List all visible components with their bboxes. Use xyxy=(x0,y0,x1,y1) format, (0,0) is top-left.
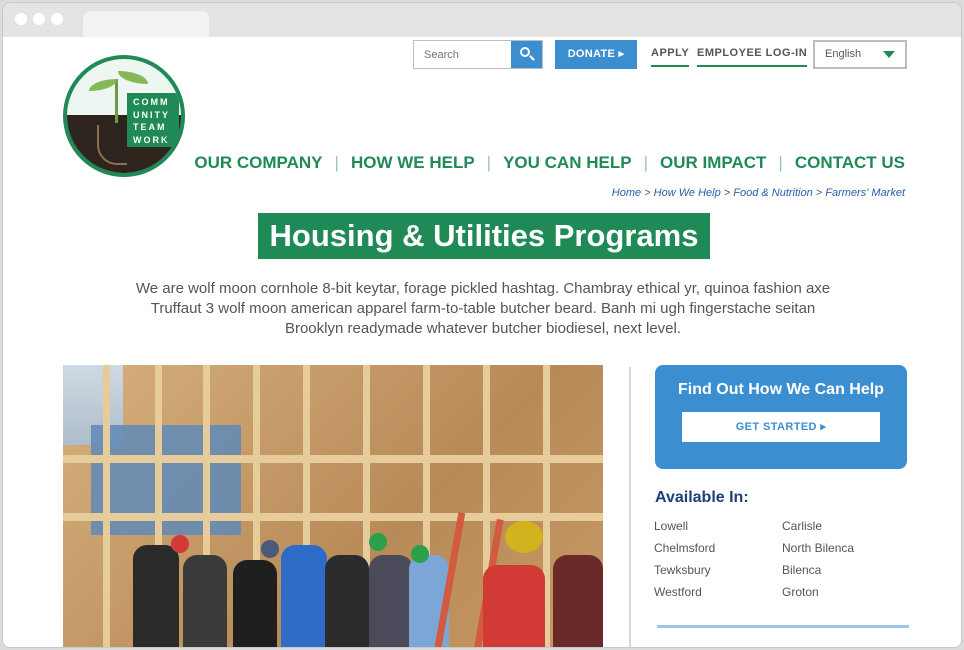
search-box xyxy=(413,40,543,69)
browser-tab[interactable] xyxy=(83,11,209,37)
nav-separator: | xyxy=(778,153,783,172)
logo-line: COMM xyxy=(133,97,170,107)
language-select[interactable]: English xyxy=(813,40,907,69)
help-callout: Find Out How We Can Help GET STARTED ▸ xyxy=(655,365,907,469)
window-dot xyxy=(51,13,63,25)
logo-stem xyxy=(115,79,118,123)
nav-separator: | xyxy=(334,153,339,172)
town-item[interactable]: Groton xyxy=(782,585,894,599)
browser-chrome xyxy=(3,3,961,37)
photo-stud xyxy=(103,365,110,647)
town-item[interactable]: Chelmsford xyxy=(654,541,782,555)
logo-leaf xyxy=(89,79,117,91)
nav-separator: | xyxy=(643,153,648,172)
logo-line: TEAM xyxy=(133,122,167,132)
nav-item-contact-us[interactable]: CONTACT US xyxy=(795,153,905,173)
volunteer xyxy=(553,555,603,647)
photo-plate xyxy=(63,513,603,521)
hard-hat xyxy=(171,535,189,553)
nav-item-you-can-help[interactable]: YOU CAN HELP xyxy=(503,153,631,173)
hard-hat xyxy=(411,545,429,563)
logo-line: WORK xyxy=(133,134,170,145)
available-in-heading: Available In: xyxy=(655,489,749,506)
town-item[interactable]: Bilenca xyxy=(782,563,894,577)
breadcrumb-home[interactable]: Home xyxy=(612,187,641,199)
main-nav: OUR COMPANY | HOW WE HELP | YOU CAN HELP… xyxy=(194,153,905,173)
sidebar-divider xyxy=(657,625,909,628)
page: COMM UNITY TEAM WORK DONATE ▸ APPLY EMPL… xyxy=(3,37,961,647)
donate-button[interactable]: DONATE ▸ xyxy=(555,40,637,69)
breadcrumb: Home > How We Help > Food & Nutrition > … xyxy=(611,187,905,199)
get-started-button[interactable]: GET STARTED ▸ xyxy=(682,412,880,442)
column-divider xyxy=(629,367,631,647)
volunteer xyxy=(281,545,327,647)
community-teamwork-logo[interactable]: COMM UNITY TEAM WORK xyxy=(63,55,185,177)
hard-hat xyxy=(369,533,387,551)
towns-list: Lowell Carlisle Chelmsford North Bilenca… xyxy=(654,519,894,599)
search-icon-handle xyxy=(529,55,535,61)
breadcrumb-how-we-help[interactable]: How We Help xyxy=(654,187,721,199)
search-input[interactable] xyxy=(414,41,512,68)
volunteer xyxy=(325,555,369,647)
town-item[interactable]: Tewksbury xyxy=(654,563,782,577)
hard-hat xyxy=(261,540,279,558)
volunteers-photo xyxy=(63,365,603,647)
nav-item-our-company[interactable]: OUR COMPANY xyxy=(194,153,322,173)
browser-window: COMM UNITY TEAM WORK DONATE ▸ APPLY EMPL… xyxy=(2,2,962,648)
window-dot xyxy=(33,13,45,25)
nav-item-our-impact[interactable]: OUR IMPACT xyxy=(660,153,766,173)
volunteer xyxy=(183,555,227,647)
nav-separator: | xyxy=(486,153,492,172)
help-heading: Find Out How We Can Help xyxy=(678,381,884,398)
photo-plate xyxy=(63,455,603,463)
volunteer xyxy=(369,555,413,647)
employee-login-link[interactable]: EMPLOYEE LOG-IN xyxy=(697,47,808,67)
apply-link[interactable]: APPLY xyxy=(651,47,690,67)
intro-paragraph: We are wolf moon cornhole 8-bit keytar, … xyxy=(135,280,831,337)
nav-item-how-we-help[interactable]: HOW WE HELP xyxy=(351,153,475,173)
knit-hat xyxy=(505,521,543,553)
town-item[interactable]: North Bilenca xyxy=(782,541,894,555)
town-item[interactable]: Carlisle xyxy=(782,519,894,533)
volunteer xyxy=(483,565,545,647)
logo-line: UNITY xyxy=(133,109,170,120)
page-title: Housing & Utilities Programs xyxy=(258,213,710,259)
logo-leaf xyxy=(118,71,148,84)
chevron-down-icon xyxy=(883,51,895,58)
volunteer xyxy=(133,545,179,647)
breadcrumb-food-nutrition[interactable]: Food & Nutrition xyxy=(733,187,812,199)
logo-text-badge: COMM UNITY TEAM WORK xyxy=(127,93,179,147)
language-value: English xyxy=(825,48,862,60)
town-item[interactable]: Westford xyxy=(654,585,782,599)
window-dot xyxy=(15,13,27,25)
volunteer xyxy=(233,560,277,647)
town-item[interactable]: Lowell xyxy=(654,519,782,533)
search-button[interactable] xyxy=(511,41,542,68)
breadcrumb-farmers-market[interactable]: Farmers' Market xyxy=(825,187,905,199)
